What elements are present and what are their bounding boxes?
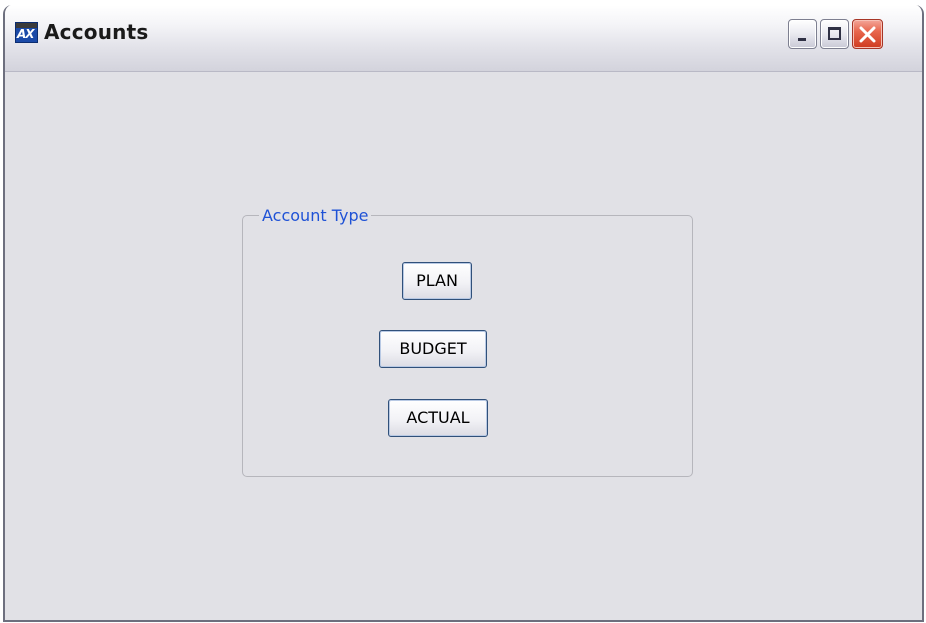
maximize-button[interactable] bbox=[820, 19, 849, 49]
minimize-button[interactable] bbox=[788, 19, 817, 49]
maximize-icon bbox=[828, 27, 841, 40]
actual-button[interactable]: ACTUAL bbox=[388, 399, 488, 437]
account-type-legend: Account Type bbox=[259, 205, 372, 227]
close-button[interactable] bbox=[852, 19, 883, 49]
minimize-icon bbox=[798, 38, 806, 41]
app-chart-icon[interactable]: AX bbox=[15, 22, 38, 43]
budget-button[interactable]: BUDGET bbox=[379, 330, 487, 368]
close-icon bbox=[859, 26, 876, 43]
window-title: Accounts bbox=[44, 20, 149, 44]
plan-button[interactable]: PLAN bbox=[402, 262, 472, 300]
accounts-window: AX Accounts Account Type PLAN BUDGET ACT… bbox=[3, 5, 924, 622]
title-bar[interactable]: AX Accounts bbox=[5, 5, 922, 72]
